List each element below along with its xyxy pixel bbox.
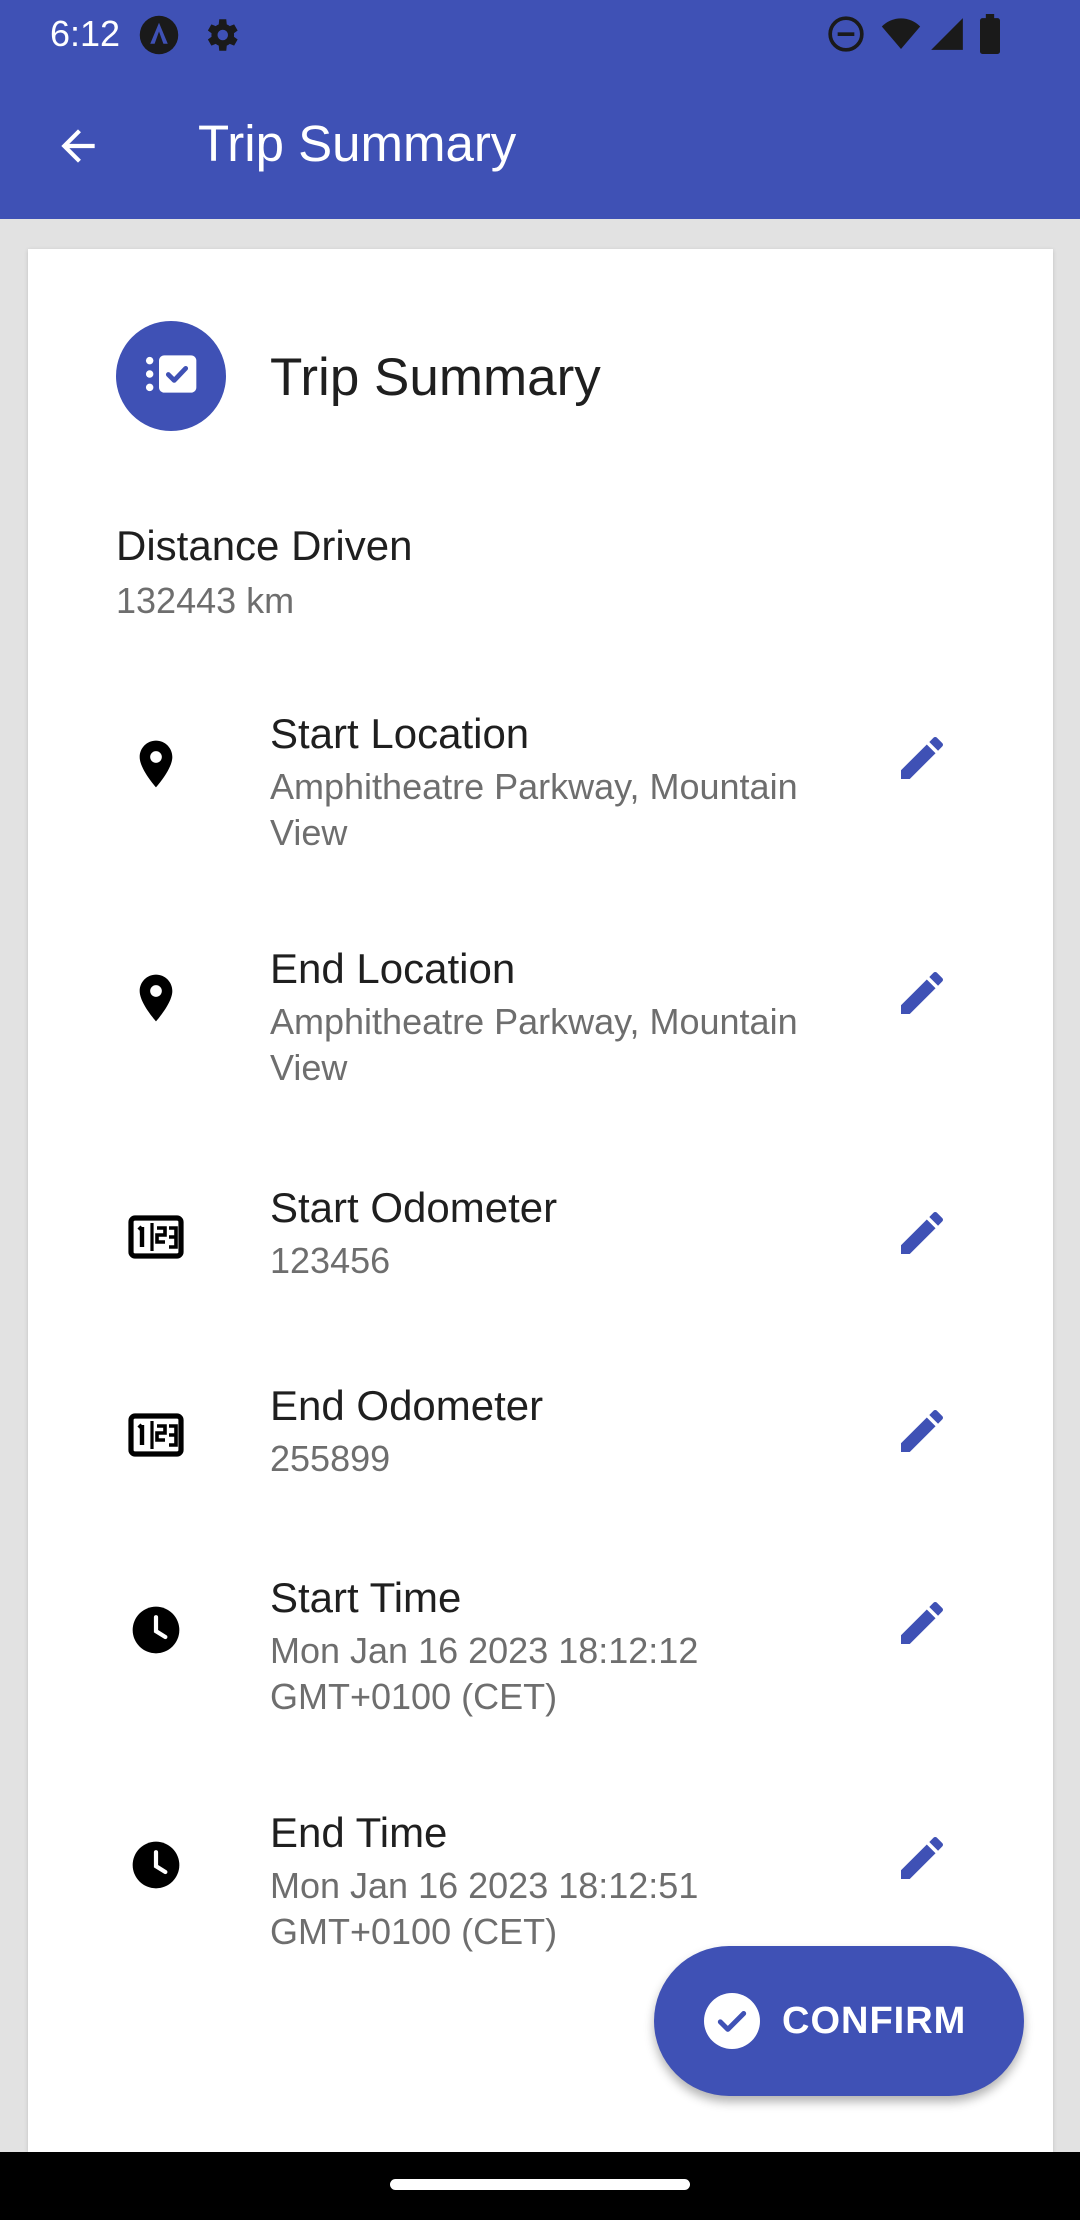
row-label: Start Odometer <box>270 1184 558 1231</box>
signal-icon <box>928 14 966 59</box>
clock-icon <box>128 1602 184 1658</box>
edit-start-location-button[interactable] <box>886 724 958 796</box>
edit-end-odometer-button[interactable] <box>886 1397 958 1469</box>
do-not-disturb-icon <box>826 14 866 59</box>
location-pin-icon <box>128 736 184 792</box>
row-value: Amphitheatre Parkway, Mountain View <box>270 766 798 853</box>
edit-end-location-button[interactable] <box>886 959 958 1031</box>
clock-icon <box>128 1837 184 1893</box>
trip-checklist-icon <box>139 342 203 411</box>
settings-icon <box>200 14 242 61</box>
row-value: Mon Jan 16 2023 18:12:12 GMT+0100 (CET) <box>270 1630 699 1717</box>
check-circle-icon <box>704 1993 760 2049</box>
row-label: End Time <box>270 1809 448 1856</box>
odometer-icon <box>128 1209 184 1265</box>
header-badge <box>116 321 226 431</box>
status-time: 6:12 <box>50 13 121 54</box>
app-bar: 6:12 Trip Summary <box>0 0 1080 219</box>
confirm-button[interactable]: CONFIRM <box>654 1946 1024 2096</box>
row-label: End Location <box>270 945 516 992</box>
row-label: Start Time <box>270 1574 462 1621</box>
distance-value: 132443 km <box>116 580 295 621</box>
row-value: 123456 <box>270 1240 391 1281</box>
distance-label: Distance Driven <box>116 522 413 569</box>
row-label: End Odometer <box>270 1382 544 1429</box>
card-title: Trip Summary <box>270 348 601 407</box>
battery-icon <box>978 14 1002 59</box>
android-auto-icon <box>138 14 180 61</box>
row-value: Amphitheatre Parkway, Mountain View <box>270 1001 798 1088</box>
edit-start-odometer-button[interactable] <box>886 1199 958 1271</box>
wifi-icon <box>880 14 922 59</box>
app-bar-title: Trip Summary <box>198 115 517 172</box>
back-button[interactable] <box>40 110 116 186</box>
edit-end-time-button[interactable] <box>886 1824 958 1896</box>
edit-pencil-icon <box>894 730 950 791</box>
odometer-icon <box>128 1407 184 1463</box>
arrow-back-icon <box>53 121 103 176</box>
row-label: Start Location <box>270 710 530 757</box>
confirm-button-label: CONFIRM <box>782 1999 967 2042</box>
edit-start-time-button[interactable] <box>886 1589 958 1661</box>
edit-pencil-icon <box>894 1595 950 1656</box>
system-nav-bar <box>0 2152 1080 2220</box>
edit-pencil-icon <box>894 1205 950 1266</box>
row-value: Mon Jan 16 2023 18:12:51 GMT+0100 (CET) <box>270 1865 699 1952</box>
location-pin-icon <box>128 970 184 1026</box>
row-value: 255899 <box>270 1438 391 1479</box>
home-gesture-handle[interactable] <box>390 2179 690 2190</box>
edit-pencil-icon <box>894 965 950 1026</box>
edit-pencil-icon <box>894 1830 950 1891</box>
edit-pencil-icon <box>894 1403 950 1464</box>
